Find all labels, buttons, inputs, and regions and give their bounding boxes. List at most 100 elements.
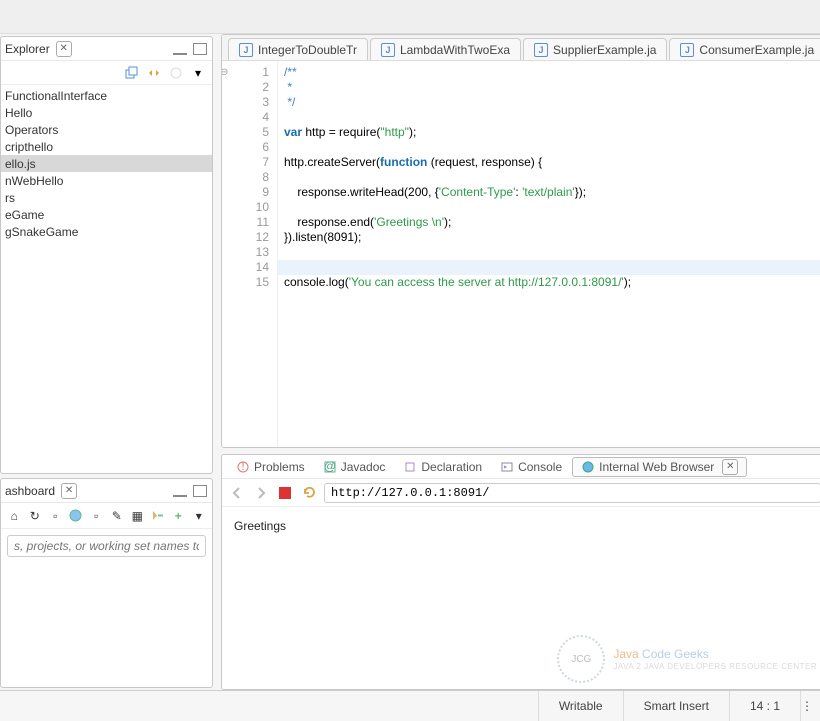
code-editor[interactable]: 123456789101112131415 /** * */var http =… [222,61,820,447]
line-number[interactable]: 10 [222,200,269,215]
line-number[interactable]: 9 [222,185,269,200]
java-file-icon: J [239,43,253,57]
bottom-panel: !Problems@JavadocDeclarationConsoleInter… [221,454,820,690]
explorer-panel: Explorer ✕ ▾ FunctionalInterfaceHelloOpe… [0,36,213,474]
line-number[interactable]: 1 [222,65,269,80]
line-number[interactable]: 3 [222,95,269,110]
maximize-icon[interactable] [192,484,208,498]
minimize-icon[interactable] [172,42,188,56]
bottom-tab[interactable]: !Problems [228,457,313,477]
edit-icon[interactable]: ✎ [110,508,125,524]
line-number[interactable]: 6 [222,140,269,155]
code-line[interactable] [284,200,820,215]
svg-text:!: ! [241,461,244,473]
close-icon[interactable]: ✕ [56,41,72,57]
line-number[interactable]: 14 [222,260,269,275]
code-line[interactable]: * [284,80,820,95]
dashboard-title: ashboard [5,484,59,498]
view-menu-icon[interactable]: ▾ [190,65,206,81]
code-line[interactable] [284,260,820,275]
browser-toolbar [222,479,820,507]
bottom-tab[interactable]: Declaration [395,457,490,477]
tree-item[interactable]: nWebHello [1,172,212,189]
code-line[interactable]: response.end('Greetings \n'); [284,215,820,230]
bottom-tab-bar: !Problems@JavadocDeclarationConsoleInter… [222,455,820,479]
dashboard-search-input[interactable] [7,535,206,557]
status-bar: Writable Smart Insert 14 : 1 ⋮ [0,690,820,721]
explorer-title: Explorer [5,42,54,56]
code-line[interactable]: }).listen(8091); [284,230,820,245]
status-writable: Writable [538,691,623,721]
dashboard-panel: ashboard ✕ ⌂ ↻ ▫ ▫ ✎ ▦ + ▾ [0,478,213,688]
line-number[interactable]: 12 [222,230,269,245]
svg-text:@: @ [324,461,336,473]
line-number[interactable]: 4 [222,110,269,125]
code-line[interactable] [284,140,820,155]
minimize-icon[interactable] [172,484,188,498]
home-icon[interactable]: ⌂ [7,508,22,524]
editor-tab[interactable]: JConsumerExample.ja [669,38,820,60]
code-line[interactable]: response.writeHead(200, {'Content-Type':… [284,185,820,200]
line-number[interactable]: 7 [222,155,269,170]
bottom-tab[interactable]: Console [492,457,570,477]
bottom-tab[interactable]: Internal Web Browser✕ [572,457,747,477]
tab-icon [403,460,417,474]
browser-content: Greetings JCG Java Code Geeks JAVA 2 JAV… [222,507,820,689]
editor-tab[interactable]: JSupplierExample.ja [523,38,667,60]
tree-item[interactable]: Hello [1,104,212,121]
globe-icon[interactable] [69,508,84,524]
tree-item[interactable]: gSnakeGame [1,223,212,240]
code-line[interactable] [284,110,820,125]
refresh-icon[interactable] [300,484,318,502]
maximize-icon[interactable] [192,42,208,56]
forward-icon[interactable] [252,484,270,502]
java-file-icon: J [381,43,395,57]
editor-panel: JIntegerToDoubleTrJLambdaWithTwoExaJSupp… [221,34,820,448]
tree-item[interactable]: Operators [1,121,212,138]
code-line[interactable]: console.log('You can access the server a… [284,275,820,290]
editor-tab[interactable]: JIntegerToDoubleTr [228,38,368,60]
tree-item[interactable]: ello.js [1,155,212,172]
line-number[interactable]: 8 [222,170,269,185]
line-number[interactable]: 5 [222,125,269,140]
close-icon[interactable]: ✕ [61,483,77,499]
url-input[interactable] [324,483,820,503]
stop-icon[interactable] [276,484,294,502]
editor-tab[interactable]: JLambdaWithTwoExa [370,38,521,60]
code-line[interactable]: http.createServer(function (request, res… [284,155,820,170]
explorer-tree: FunctionalInterfaceHelloOperatorscripthe… [1,85,212,242]
code-line[interactable]: */ [284,95,820,110]
table-icon[interactable]: ▦ [130,508,145,524]
back-icon[interactable] [228,484,246,502]
tree-item[interactable]: eGame [1,206,212,223]
close-icon[interactable]: ✕ [722,459,738,475]
tab-icon [581,460,595,474]
line-number[interactable]: 2 [222,80,269,95]
watermark-logo: JCG [557,635,605,683]
code-line[interactable] [284,245,820,260]
collapse-all-icon[interactable] [124,65,140,81]
tree-item[interactable]: FunctionalInterface [1,87,212,104]
tree-item[interactable]: cripthello [1,138,212,155]
refresh-icon[interactable]: ↻ [28,508,43,524]
status-menu-icon[interactable]: ⋮ [800,691,820,721]
view-menu-icon[interactable]: ▾ [192,508,207,524]
code-line[interactable] [284,170,820,185]
java-file-icon: J [534,43,548,57]
code-line[interactable]: var http = require("http"); [284,125,820,140]
explorer-toolbar: ▾ [1,61,212,85]
editor-tab-bar: JIntegerToDoubleTrJLambdaWithTwoExaJSupp… [222,35,820,61]
stop-icon[interactable]: ▫ [89,508,104,524]
tree-item[interactable]: rs [1,189,212,206]
add-icon[interactable]: + [171,508,186,524]
new-icon[interactable]: ▫ [48,508,63,524]
filter-icon[interactable] [168,65,184,81]
code-line[interactable]: /** [284,65,820,80]
run-icon[interactable] [151,508,166,524]
line-number[interactable]: 13 [222,245,269,260]
line-number[interactable]: 11 [222,215,269,230]
status-insert-mode: Smart Insert [623,691,729,721]
bottom-tab[interactable]: @Javadoc [315,457,394,477]
line-number[interactable]: 15 [222,275,269,290]
link-editor-icon[interactable] [146,65,162,81]
